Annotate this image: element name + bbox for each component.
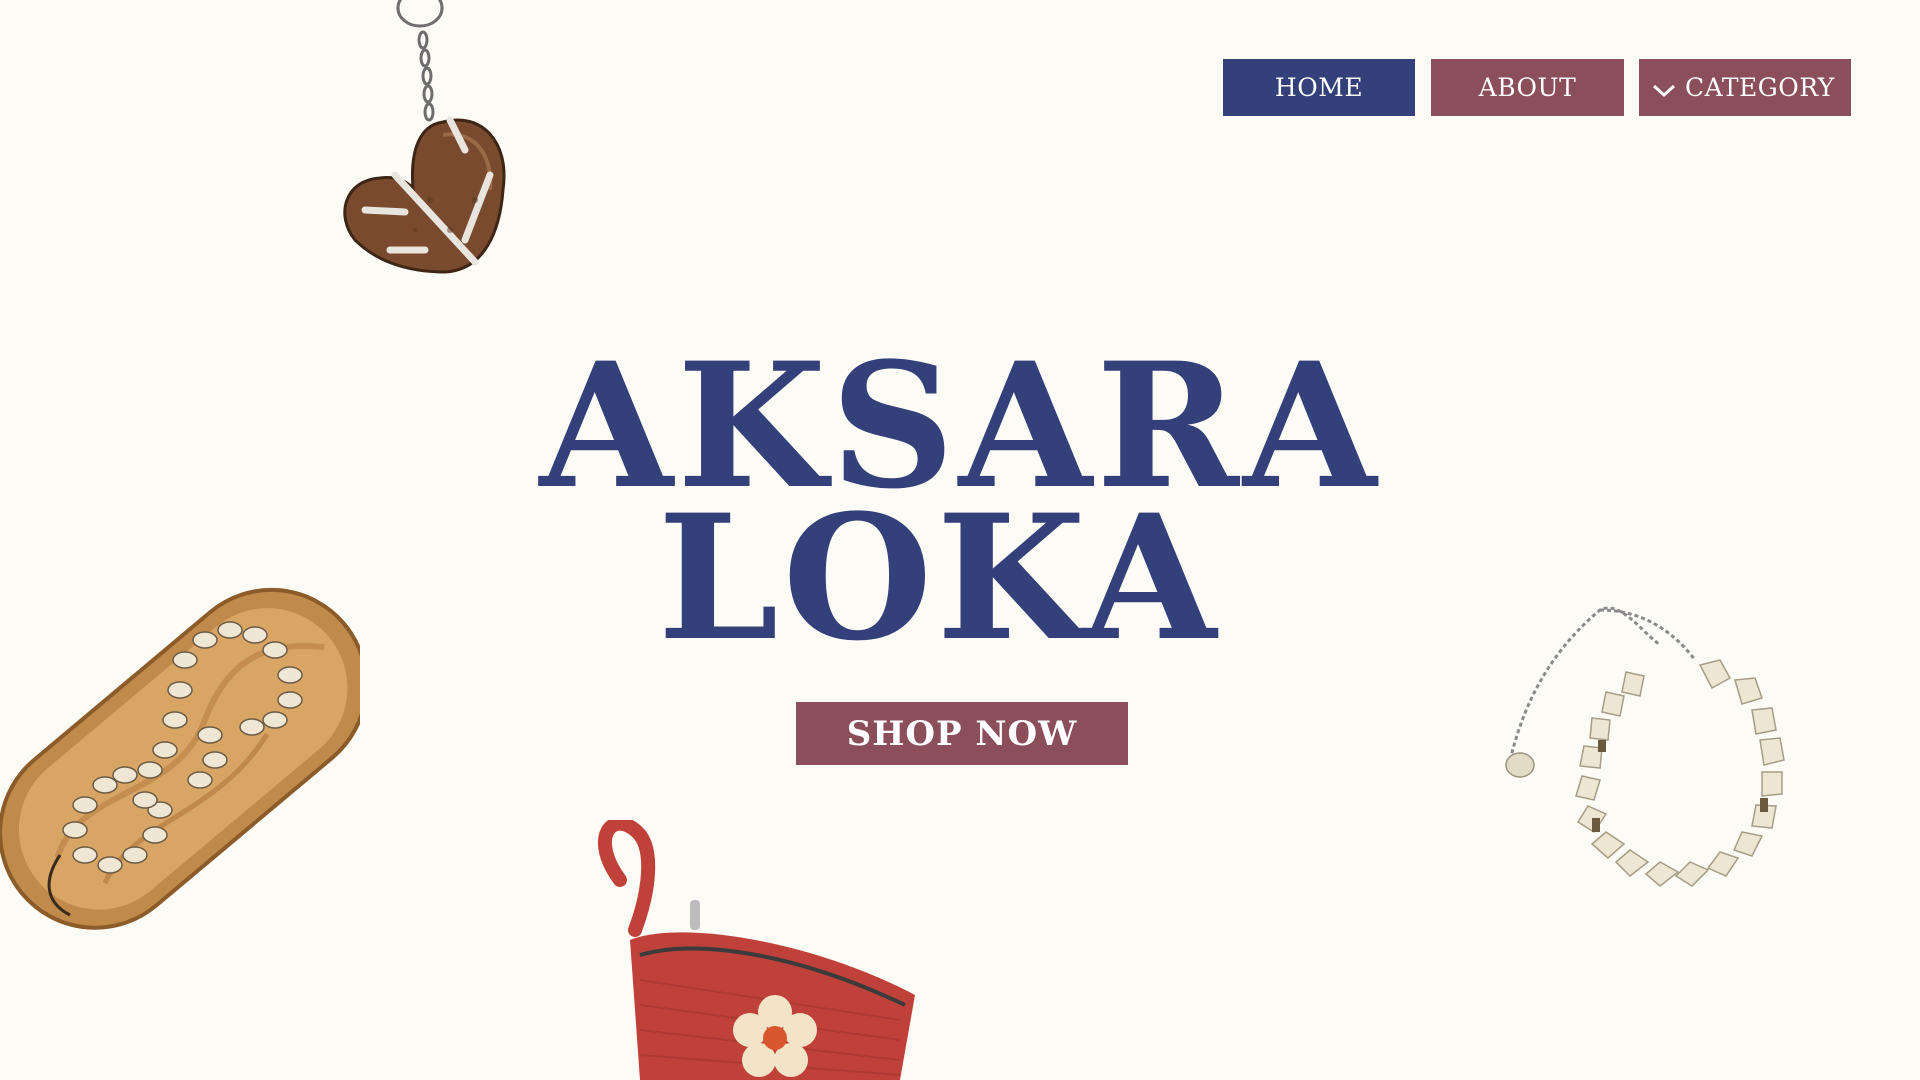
nav-home-button[interactable]: HOME [1223,59,1415,116]
quartz-bracelet-image [1505,606,1785,887]
nav-home-label: HOME [1274,73,1364,102]
nav-about-button[interactable]: ABOUT [1431,59,1624,116]
nav-category-label: CATEGORY [1685,73,1835,102]
nav-about-label: ABOUT [1478,73,1577,102]
shell-bracelet-tray-image [0,587,360,930]
chevron-down-icon [1652,84,1676,97]
shop-now-button[interactable]: SHOP NOW [796,702,1128,765]
landing-page: HOME ABOUT CATEGORY AKSARA LOKA SHOP NOW [0,0,1920,1080]
heart-keychain-image [343,0,506,274]
shop-now-label: SHOP NOW [846,713,1078,754]
crochet-pouch-image [597,820,915,1080]
nav-category-dropdown[interactable]: CATEGORY [1639,59,1851,116]
